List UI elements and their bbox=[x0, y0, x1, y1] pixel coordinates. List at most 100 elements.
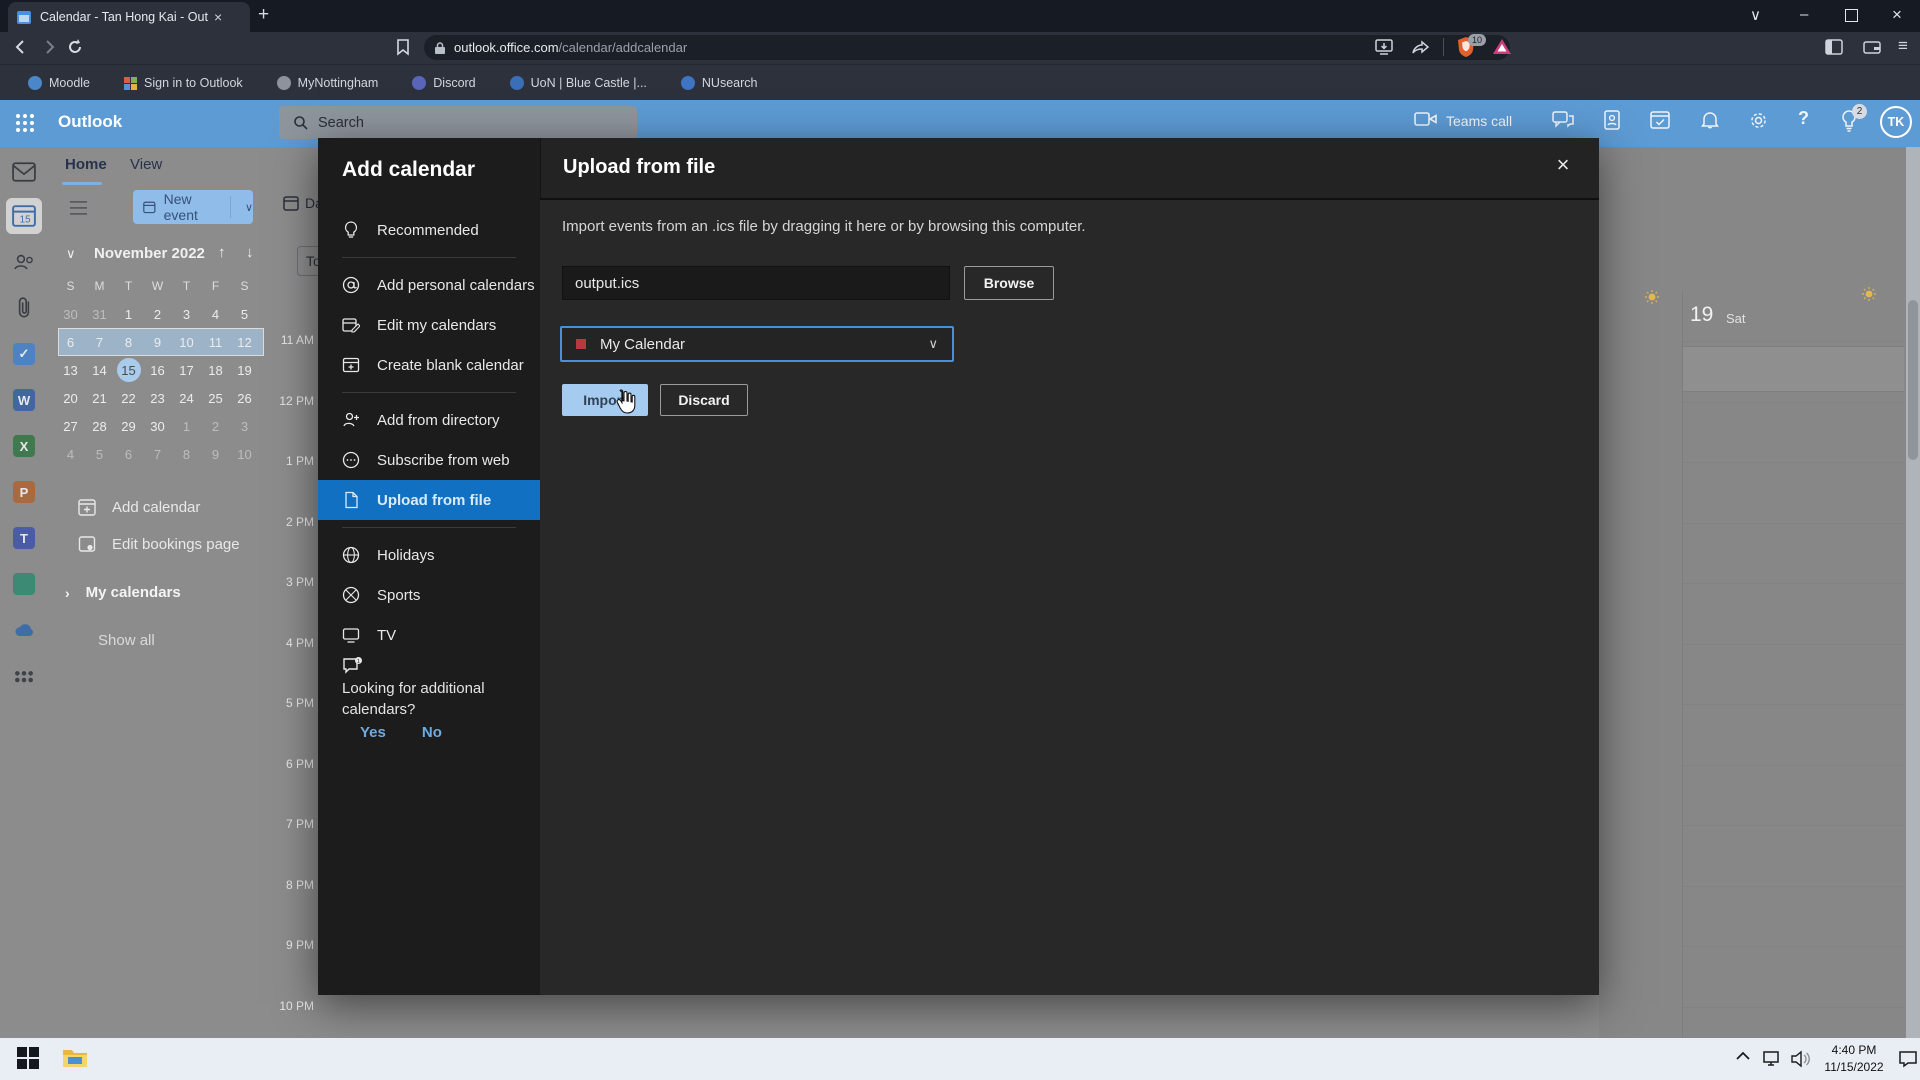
mini-calendar-collapse-chevron-icon[interactable]: ∨ bbox=[66, 246, 76, 262]
sidebar-show-all[interactable]: Show all bbox=[98, 632, 155, 649]
settings-gear-icon[interactable] bbox=[1748, 110, 1769, 131]
dialog-nav-recommended[interactable]: Recommended bbox=[318, 210, 540, 250]
mini-calendar-day[interactable]: 10 bbox=[230, 440, 259, 468]
mini-calendar-day[interactable]: 18 bbox=[201, 356, 230, 384]
mini-calendar-day[interactable]: 27 bbox=[56, 412, 85, 440]
mini-calendar-day[interactable]: 4 bbox=[56, 440, 85, 468]
tray-expand-chevron-icon[interactable] bbox=[1735, 1050, 1751, 1062]
mini-calendar-day[interactable]: 7 bbox=[143, 440, 172, 468]
account-avatar[interactable]: TK bbox=[1880, 106, 1912, 138]
mini-calendar-day[interactable]: 28 bbox=[85, 412, 114, 440]
notifications-bell-icon[interactable] bbox=[1700, 110, 1720, 130]
calendar-check-icon[interactable] bbox=[1650, 110, 1670, 130]
dialog-nav-edit-my-calendars[interactable]: Edit my calendars bbox=[318, 305, 540, 345]
no-link[interactable]: No bbox=[422, 724, 442, 741]
mini-calendar-day[interactable]: 7 bbox=[85, 328, 114, 356]
mini-calendar-day[interactable]: 10 bbox=[172, 328, 201, 356]
mini-calendar-day[interactable]: 30 bbox=[143, 412, 172, 440]
url-bar[interactable]: outlook.office.com/calendar/addcalendar bbox=[424, 35, 1510, 60]
contacts-book-icon[interactable] bbox=[1602, 110, 1622, 130]
discard-button[interactable]: Discard bbox=[660, 384, 748, 416]
yes-link[interactable]: Yes bbox=[360, 724, 386, 741]
more-apps-icon[interactable] bbox=[12, 668, 36, 692]
mini-calendar-day[interactable]: 31 bbox=[85, 300, 114, 328]
teams-icon[interactable]: T bbox=[12, 526, 36, 550]
mini-calendar-day[interactable]: 24 bbox=[172, 384, 201, 412]
mini-calendar-day[interactable]: 5 bbox=[85, 440, 114, 468]
mini-calendar-day[interactable]: 9 bbox=[143, 328, 172, 356]
taskbar-clock[interactable]: 4:40 PM 11/15/2022 bbox=[1812, 1042, 1896, 1076]
window-restore-button[interactable] bbox=[1845, 9, 1858, 22]
dialog-nav-sports[interactable]: Sports bbox=[318, 575, 540, 615]
people-icon[interactable] bbox=[12, 250, 36, 274]
browser-tab[interactable]: Calendar - Tan Hong Kai - Outloo × bbox=[8, 2, 250, 32]
mini-calendar-day[interactable]: 5 bbox=[230, 300, 259, 328]
browse-button[interactable]: Browse bbox=[964, 266, 1054, 300]
mini-calendar-day[interactable]: 8 bbox=[172, 440, 201, 468]
teams-call-icon[interactable] bbox=[1414, 110, 1438, 128]
dialog-nav-upload-from-file[interactable]: Upload from file bbox=[318, 480, 540, 520]
dialog-nav-add-from-directory[interactable]: Add from directory bbox=[318, 400, 540, 440]
mini-calendar-day[interactable]: 20 bbox=[56, 384, 85, 412]
mini-calendar-day[interactable]: 2 bbox=[143, 300, 172, 328]
bookmark-item[interactable]: UoN | Blue Castle |... bbox=[510, 65, 647, 101]
sidebar-add-calendar[interactable]: Add calendar bbox=[78, 498, 200, 516]
onedrive-icon[interactable] bbox=[12, 618, 36, 642]
calendar-select[interactable]: My Calendar ∨ bbox=[560, 326, 954, 362]
word-icon[interactable]: W bbox=[12, 388, 36, 412]
mini-calendar-day[interactable]: 22 bbox=[114, 384, 143, 412]
page-scrollbar[interactable] bbox=[1906, 147, 1920, 1038]
mini-calendar-day[interactable]: 9 bbox=[201, 440, 230, 468]
mini-calendar-day[interactable]: 19 bbox=[230, 356, 259, 384]
bookmark-item[interactable]: Moodle bbox=[28, 65, 90, 101]
app-launcher-waffle-icon[interactable] bbox=[14, 112, 36, 134]
mini-calendar-day[interactable]: 30 bbox=[56, 300, 85, 328]
powerpoint-icon[interactable]: P bbox=[12, 480, 36, 504]
browser-menu-icon[interactable]: ≡ bbox=[1898, 36, 1908, 56]
tab-search-chevron-icon[interactable]: ∨ bbox=[1750, 6, 1761, 24]
mini-calendar-day[interactable]: 1 bbox=[114, 300, 143, 328]
mini-calendar-day[interactable]: 16 bbox=[143, 356, 172, 384]
mini-calendar-day[interactable]: 29 bbox=[114, 412, 143, 440]
calendar-module-icon[interactable]: 15 bbox=[12, 204, 36, 228]
mini-calendar-day[interactable]: 12 bbox=[230, 328, 259, 356]
attachments-icon[interactable] bbox=[12, 296, 36, 320]
volume-icon[interactable] bbox=[1790, 1050, 1810, 1068]
teams-call-label[interactable]: Teams call bbox=[1446, 113, 1512, 129]
mini-calendar-day[interactable]: 13 bbox=[56, 356, 85, 384]
mini-calendar-day[interactable]: 6 bbox=[56, 328, 85, 356]
network-icon[interactable] bbox=[1762, 1050, 1782, 1068]
bat-rewards-icon[interactable] bbox=[1492, 38, 1512, 56]
window-minimize-button[interactable]: – bbox=[1800, 6, 1808, 23]
bookmark-item[interactable]: NUsearch bbox=[681, 65, 758, 101]
mini-calendar-day[interactable]: 17 bbox=[172, 356, 201, 384]
mini-calendar-day[interactable]: 3 bbox=[172, 300, 201, 328]
mini-calendar-day[interactable]: 26 bbox=[230, 384, 259, 412]
window-close-button[interactable]: × bbox=[1892, 5, 1902, 25]
mini-calendar-day[interactable]: 21 bbox=[85, 384, 114, 412]
mini-calendar-next-icon[interactable]: ↓ bbox=[246, 244, 254, 261]
sidebar-icon[interactable] bbox=[1824, 37, 1844, 57]
install-icon[interactable] bbox=[1374, 38, 1394, 56]
mini-calendar-day[interactable]: 11 bbox=[201, 328, 230, 356]
tab-home[interactable]: Home bbox=[65, 156, 107, 173]
bookmark-item[interactable]: MyNottingham bbox=[277, 65, 379, 101]
mini-calendar-month[interactable]: November 2022 bbox=[94, 245, 205, 262]
tab-close-icon[interactable]: × bbox=[214, 9, 222, 25]
file-name-input[interactable] bbox=[562, 266, 950, 300]
mini-calendar-day[interactable]: 25 bbox=[201, 384, 230, 412]
dialog-nav-create-blank-calendar[interactable]: Create blank calendar bbox=[318, 345, 540, 385]
mini-calendar-day[interactable]: 1 bbox=[172, 412, 201, 440]
mail-icon[interactable] bbox=[12, 160, 36, 184]
mini-calendar-prev-icon[interactable]: ↑ bbox=[218, 244, 226, 261]
sidebar-my-calendars[interactable]: › My calendars bbox=[65, 584, 181, 601]
excel-icon[interactable]: X bbox=[12, 434, 36, 458]
sidebar-edit-bookings[interactable]: Edit bookings page bbox=[78, 535, 240, 553]
page-scrollbar-thumb[interactable] bbox=[1908, 300, 1918, 460]
bookmark-item[interactable]: Discord bbox=[412, 65, 475, 101]
bookmark-flag-icon[interactable] bbox=[395, 38, 411, 56]
action-center-icon[interactable] bbox=[1898, 1050, 1918, 1068]
mini-calendar-day[interactable]: 3 bbox=[230, 412, 259, 440]
search-input[interactable]: Search bbox=[279, 106, 637, 139]
tab-view[interactable]: View bbox=[130, 156, 162, 173]
